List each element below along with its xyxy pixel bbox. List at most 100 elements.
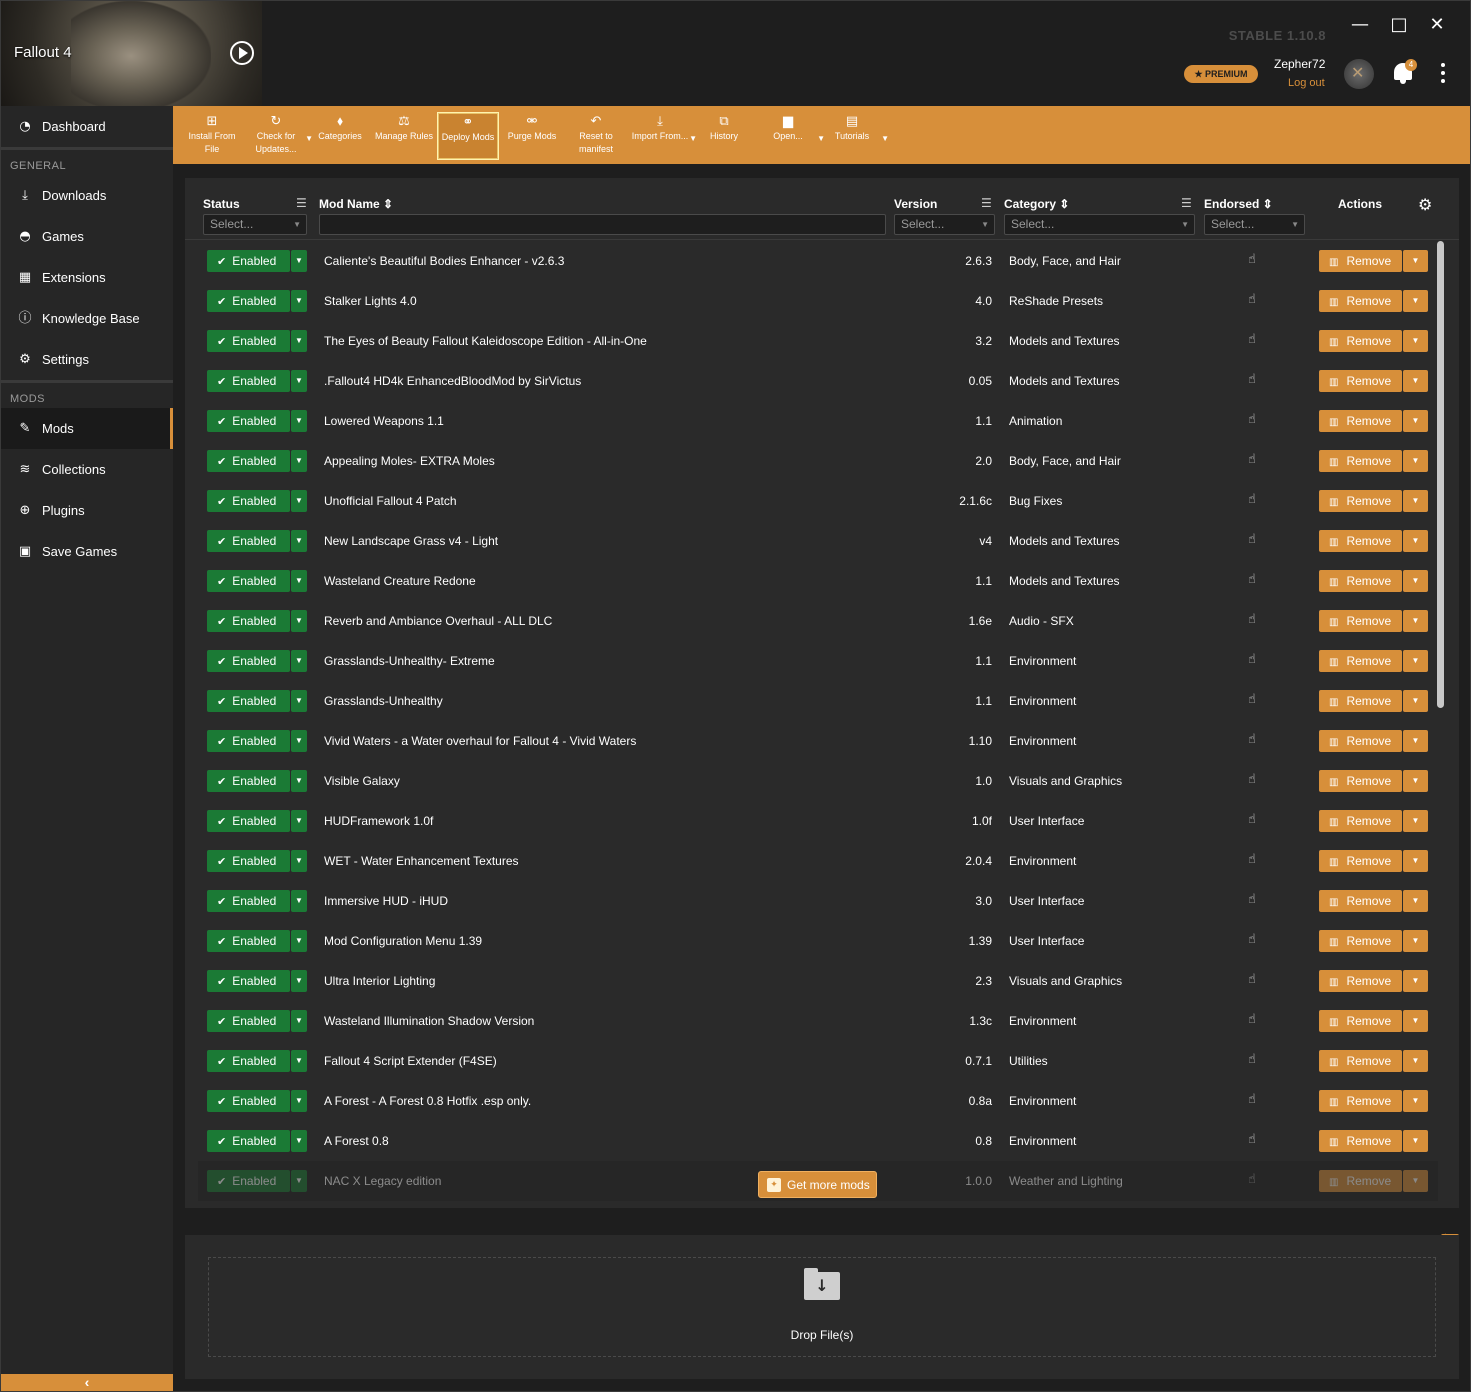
status-enabled-button[interactable]: ✔ Enabled: [207, 850, 290, 872]
thumbs-up-icon[interactable]: ☝: [1248, 652, 1256, 667]
status-dropdown-button[interactable]: ▼: [291, 1050, 307, 1072]
status-enabled-button[interactable]: ✔ Enabled: [207, 610, 290, 632]
column-list-icon[interactable]: ☰: [1181, 197, 1195, 209]
remove-dropdown-button[interactable]: ▼: [1403, 450, 1428, 472]
remove-button[interactable]: ▥ Remove: [1319, 810, 1402, 832]
status-dropdown-button[interactable]: ▼: [291, 250, 307, 272]
status-enabled-button[interactable]: ✔ Enabled: [207, 890, 290, 912]
sidebar-item-games[interactable]: ◓ Games: [1, 216, 173, 257]
remove-dropdown-button[interactable]: ▼: [1403, 890, 1428, 912]
remove-dropdown-button[interactable]: ▼: [1403, 290, 1428, 312]
minimize-icon[interactable]: —: [1348, 13, 1372, 37]
remove-button[interactable]: ▥ Remove: [1319, 250, 1402, 272]
mod-name-filter-input[interactable]: [319, 214, 886, 235]
avatar[interactable]: [1344, 59, 1374, 89]
remove-button[interactable]: ▥ Remove: [1319, 1010, 1402, 1032]
remove-button[interactable]: ▥ Remove: [1319, 490, 1402, 512]
remove-dropdown-button[interactable]: ▼: [1403, 410, 1428, 432]
thumbs-up-icon[interactable]: ☝: [1248, 1172, 1256, 1187]
status-dropdown-button[interactable]: ▼: [291, 1130, 307, 1152]
remove-dropdown-button[interactable]: ▼: [1403, 810, 1428, 832]
remove-dropdown-button[interactable]: ▼: [1403, 330, 1428, 352]
remove-dropdown-button[interactable]: ▼: [1403, 1170, 1428, 1192]
remove-dropdown-button[interactable]: ▼: [1403, 1130, 1428, 1152]
status-enabled-button[interactable]: ✔ Enabled: [207, 1090, 290, 1112]
header-category[interactable]: Category ⇕: [1004, 197, 1069, 211]
table-row[interactable]: ✔ Enabled ▼ Grasslands-Unhealthy 1.1 Environm…: [198, 681, 1438, 721]
sidebar-collapse-button[interactable]: ‹: [1, 1374, 173, 1391]
remove-dropdown-button[interactable]: ▼: [1403, 570, 1428, 592]
status-enabled-button[interactable]: ✔ Enabled: [207, 650, 290, 672]
status-filter-select[interactable]: Select... ▼: [203, 214, 307, 235]
table-row[interactable]: ✔ Enabled ▼ The Eyes of Beauty Fallout Kale…: [198, 321, 1438, 361]
column-list-icon[interactable]: ☰: [296, 197, 310, 209]
thumbs-up-icon[interactable]: ☝: [1248, 572, 1256, 587]
remove-button[interactable]: ▥ Remove: [1319, 1090, 1402, 1112]
logout-link[interactable]: Log out: [1288, 77, 1325, 89]
sidebar-item-settings[interactable]: ⚙ Settings: [1, 339, 173, 380]
remove-dropdown-button[interactable]: ▼: [1403, 370, 1428, 392]
header-version[interactable]: Version: [894, 197, 937, 211]
thumbs-up-icon[interactable]: ☝: [1248, 452, 1256, 467]
sidebar-item-extensions[interactable]: ▦ Extensions: [1, 257, 173, 298]
sidebar-item-collections[interactable]: ≋ Collections: [1, 449, 173, 490]
table-row[interactable]: ✔ Enabled ▼ Lowered Weapons 1.1 1.1 Animation…: [198, 401, 1438, 441]
status-dropdown-button[interactable]: ▼: [291, 370, 307, 392]
status-dropdown-button[interactable]: ▼: [291, 770, 307, 792]
thumbs-up-icon[interactable]: ☝: [1248, 812, 1256, 827]
remove-button[interactable]: ▥ Remove: [1319, 970, 1402, 992]
remove-button[interactable]: ▥ Remove: [1319, 730, 1402, 752]
status-dropdown-button[interactable]: ▼: [291, 1090, 307, 1112]
remove-dropdown-button[interactable]: ▼: [1403, 930, 1428, 952]
thumbs-up-icon[interactable]: ☝: [1248, 852, 1256, 867]
reset-to-manifest-button[interactable]: ↶ Reset to manifest: [565, 112, 627, 160]
remove-button[interactable]: ▥ Remove: [1319, 930, 1402, 952]
remove-button[interactable]: ▥ Remove: [1319, 290, 1402, 312]
sidebar-item-save-games[interactable]: ▣ Save Games: [1, 531, 173, 572]
sidebar-item-plugins[interactable]: ⊕ Plugins: [1, 490, 173, 531]
table-row[interactable]: ✔ Enabled ▼ Mod Configuration Menu 1.39 1.39…: [198, 921, 1438, 961]
remove-button[interactable]: ▥ Remove: [1319, 1170, 1402, 1192]
remove-dropdown-button[interactable]: ▼: [1403, 730, 1428, 752]
status-dropdown-button[interactable]: ▼: [291, 450, 307, 472]
thumbs-up-icon[interactable]: ☝: [1248, 932, 1256, 947]
endorsed-filter-select[interactable]: Select... ▼: [1204, 214, 1305, 235]
remove-button[interactable]: ▥ Remove: [1319, 650, 1402, 672]
status-dropdown-button[interactable]: ▼: [291, 290, 307, 312]
status-enabled-button[interactable]: ✔ Enabled: [207, 410, 290, 432]
table-row[interactable]: ✔ Enabled ▼ New Landscape Grass v4 - Light v…: [198, 521, 1438, 561]
remove-dropdown-button[interactable]: ▼: [1403, 1090, 1428, 1112]
status-enabled-button[interactable]: ✔ Enabled: [207, 450, 290, 472]
status-dropdown-button[interactable]: ▼: [291, 970, 307, 992]
thumbs-up-icon[interactable]: ☝: [1248, 252, 1256, 267]
status-enabled-button[interactable]: ✔ Enabled: [207, 690, 290, 712]
remove-button[interactable]: ▥ Remove: [1319, 890, 1402, 912]
game-banner[interactable]: Fallout 4: [1, 1, 262, 106]
status-dropdown-button[interactable]: ▼: [291, 410, 307, 432]
status-dropdown-button[interactable]: ▼: [291, 810, 307, 832]
category-filter-select[interactable]: Select... ▼: [1004, 214, 1195, 235]
status-enabled-button[interactable]: ✔ Enabled: [207, 810, 290, 832]
thumbs-up-icon[interactable]: ☝: [1248, 692, 1256, 707]
thumbs-up-icon[interactable]: ☝: [1248, 372, 1256, 387]
get-more-mods-button[interactable]: ✦ Get more mods: [758, 1171, 877, 1198]
thumbs-up-icon[interactable]: ☝: [1248, 732, 1256, 747]
status-dropdown-button[interactable]: ▼: [291, 650, 307, 672]
status-enabled-button[interactable]: ✔ Enabled: [207, 930, 290, 952]
remove-dropdown-button[interactable]: ▼: [1403, 490, 1428, 512]
status-enabled-button[interactable]: ✔ Enabled: [207, 490, 290, 512]
more-menu-icon[interactable]: [1439, 63, 1447, 85]
remove-dropdown-button[interactable]: ▼: [1403, 650, 1428, 672]
manage-rules-button[interactable]: ⚖ Manage Rules: [373, 112, 435, 160]
remove-dropdown-button[interactable]: ▼: [1403, 530, 1428, 552]
remove-button[interactable]: ▥ Remove: [1319, 450, 1402, 472]
thumbs-up-icon[interactable]: ☝: [1248, 612, 1256, 627]
sidebar-item-dashboard[interactable]: ◔ Dashboard: [1, 106, 173, 147]
status-enabled-button[interactable]: ✔ Enabled: [207, 1130, 290, 1152]
remove-button[interactable]: ▥ Remove: [1319, 410, 1402, 432]
status-enabled-button[interactable]: ✔ Enabled: [207, 570, 290, 592]
header-mod-name[interactable]: Mod Name ⇕: [319, 197, 393, 211]
remove-button[interactable]: ▥ Remove: [1319, 770, 1402, 792]
play-icon[interactable]: [230, 41, 254, 65]
table-row[interactable]: ✔ Enabled ▼ Unofficial Fallout 4 Patch 2.1.6…: [198, 481, 1438, 521]
